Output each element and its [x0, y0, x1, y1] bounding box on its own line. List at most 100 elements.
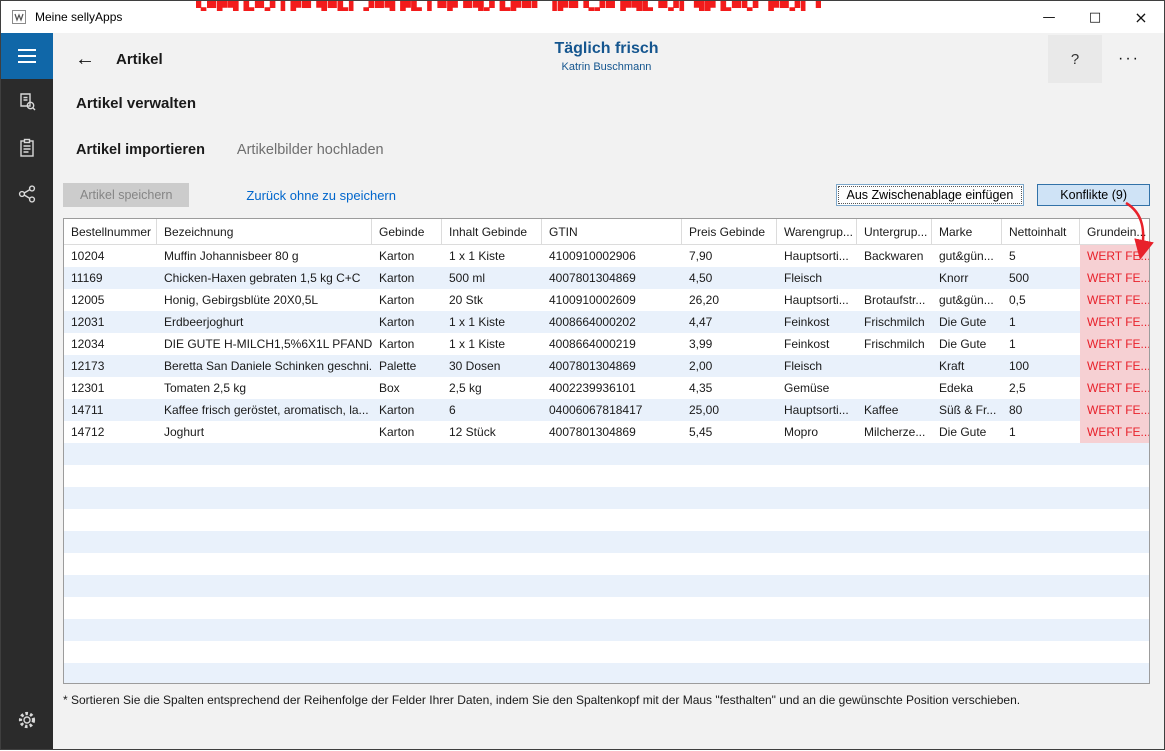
table-row[interactable]: 14712JoghurtKarton12 Stück40078013048695… — [64, 421, 1149, 443]
table-cell: Chicken-Haxen gebraten 1,5 kg C+C — [157, 267, 372, 289]
column-header[interactable]: Bestellnummer — [64, 219, 157, 245]
column-header[interactable]: Nettoinhalt — [1002, 219, 1080, 245]
column-header[interactable]: Inhalt Gebinde — [442, 219, 542, 245]
table-row[interactable]: 12005Honig, Gebirgsblüte 20X0,5LKarton20… — [64, 289, 1149, 311]
table-row[interactable]: 12173Beretta San Daniele Schinken geschn… — [64, 355, 1149, 377]
table-cell: 1 — [1002, 311, 1080, 333]
table-cell: 12173 — [64, 355, 157, 377]
table-cell: 5 — [1002, 245, 1080, 267]
share-icon — [16, 183, 38, 205]
empty-row — [64, 663, 1149, 684]
table-row[interactable]: 14711Kaffee frisch geröstet, aromatisch,… — [64, 399, 1149, 421]
table-cell: Frischmilch — [857, 311, 932, 333]
conflict-cell: WERT FE... — [1080, 399, 1150, 421]
close-button[interactable]: × — [1118, 1, 1164, 33]
column-header[interactable]: Preis Gebinde — [682, 219, 777, 245]
sidebar-item-share[interactable] — [1, 171, 53, 217]
table-cell — [857, 355, 932, 377]
sidebar — [1, 33, 53, 749]
table-cell: 2,5 — [1002, 377, 1080, 399]
table-cell: 10204 — [64, 245, 157, 267]
table-header-row: BestellnummerBezeichnungGebindeInhalt Ge… — [64, 219, 1149, 245]
column-header[interactable]: Grundein... — [1080, 219, 1150, 245]
table-cell: Fleisch — [777, 355, 857, 377]
paste-from-clipboard-button[interactable]: Aus Zwischenablage einfügen — [836, 184, 1025, 206]
menu-button[interactable] — [1, 33, 53, 79]
maximize-button[interactable]: □ — [1072, 1, 1118, 33]
table-row[interactable]: 12034DIE GUTE H-MILCH1,5%6X1L PFANDKarto… — [64, 333, 1149, 355]
window-title: Meine sellyApps — [35, 10, 122, 24]
table-cell: 4,47 — [682, 311, 777, 333]
column-header[interactable]: Warengrup... — [777, 219, 857, 245]
help-button[interactable]: ? — [1048, 35, 1102, 83]
table-cell: 12034 — [64, 333, 157, 355]
table-cell: 7,90 — [682, 245, 777, 267]
minimize-button[interactable]: — — [1026, 1, 1072, 33]
tab-bar: Artikel importieren Artikelbilder hochla… — [76, 142, 1150, 158]
empty-row — [64, 575, 1149, 597]
table-row[interactable]: 12031ErdbeerjoghurtKarton1 x 1 Kiste4008… — [64, 311, 1149, 333]
table-cell: Kraft — [932, 355, 1002, 377]
table-cell: 6 — [442, 399, 542, 421]
table-cell: 1 — [1002, 421, 1080, 443]
more-button[interactable]: ··· — [1118, 50, 1140, 68]
table-cell: Palette — [372, 355, 442, 377]
table-cell: 26,20 — [682, 289, 777, 311]
conflict-cell: WERT FE... — [1080, 245, 1150, 267]
table-row[interactable]: 11169Chicken-Haxen gebraten 1,5 kg C+CKa… — [64, 267, 1149, 289]
sort-hint-note: * Sortieren Sie die Spalten entsprechend… — [63, 693, 1150, 707]
table-cell — [857, 267, 932, 289]
empty-row — [64, 597, 1149, 619]
table-cell: Edeka — [932, 377, 1002, 399]
column-header[interactable]: GTIN — [542, 219, 682, 245]
empty-row — [64, 509, 1149, 531]
table-cell: 4100910002906 — [542, 245, 682, 267]
table-row[interactable]: 10204Muffin Johannisbeer 80 gKarton1 x 1… — [64, 245, 1149, 267]
column-header[interactable]: Bezeichnung — [157, 219, 372, 245]
tab-artikelbilder-hochladen[interactable]: Artikelbilder hochladen — [237, 142, 384, 158]
back-button[interactable]: ← — [75, 49, 95, 69]
titlebar-left: Meine sellyApps — [1, 9, 122, 25]
article-table: BestellnummerBezeichnungGebindeInhalt Ge… — [63, 218, 1150, 684]
app-window: Meine sellyApps ▚▀▛▜ ▙▀▞ ▌▛▀ ▜▀▙▌ ▞▀▜ ▛▙… — [0, 0, 1165, 750]
table-cell: 25,00 — [682, 399, 777, 421]
tab-artikel-importieren[interactable]: Artikel importieren — [76, 142, 205, 158]
table-row[interactable]: 12301Tomaten 2,5 kgBox2,5 kg400223993610… — [64, 377, 1149, 399]
column-header[interactable]: Gebinde — [372, 219, 442, 245]
conflict-cell: WERT FE... — [1080, 267, 1150, 289]
back-without-saving-link[interactable]: Zurück ohne zu speichern — [246, 188, 396, 203]
table-cell: Box — [372, 377, 442, 399]
sidebar-item-catalog[interactable] — [1, 79, 53, 125]
column-header[interactable]: Untergrup... — [857, 219, 932, 245]
hamburger-icon — [18, 49, 36, 51]
table-cell: 14712 — [64, 421, 157, 443]
sidebar-item-articles[interactable] — [1, 125, 53, 171]
table-cell: Die Gute — [932, 333, 1002, 355]
table-cell: Karton — [372, 333, 442, 355]
settings-button[interactable] — [1, 697, 53, 743]
table-cell: Mopro — [777, 421, 857, 443]
table-cell: Joghurt — [157, 421, 372, 443]
table-cell: 30 Dosen — [442, 355, 542, 377]
table-body: 10204Muffin Johannisbeer 80 gKarton1 x 1… — [64, 245, 1149, 684]
table-cell: Süß & Fr... — [932, 399, 1002, 421]
table-cell: 1 x 1 Kiste — [442, 245, 542, 267]
save-button[interactable]: Artikel speichern — [63, 183, 189, 207]
table-cell: Fleisch — [777, 267, 857, 289]
empty-row — [64, 619, 1149, 641]
table-cell: 80 — [1002, 399, 1080, 421]
empty-row — [64, 553, 1149, 575]
conflicts-button[interactable]: Konflikte (9) — [1037, 184, 1150, 206]
column-header[interactable]: Marke — [932, 219, 1002, 245]
table-cell: 1 x 1 Kiste — [442, 311, 542, 333]
table-cell: Gemüse — [777, 377, 857, 399]
table-cell: 0,5 — [1002, 289, 1080, 311]
table-cell: 12005 — [64, 289, 157, 311]
table-cell: Muffin Johannisbeer 80 g — [157, 245, 372, 267]
table-cell: Tomaten 2,5 kg — [157, 377, 372, 399]
table-cell: Die Gute — [932, 421, 1002, 443]
table-cell: 2,00 — [682, 355, 777, 377]
table-cell: Kaffee — [857, 399, 932, 421]
page-title: Artikel — [116, 51, 163, 68]
table-cell: Die Gute — [932, 311, 1002, 333]
